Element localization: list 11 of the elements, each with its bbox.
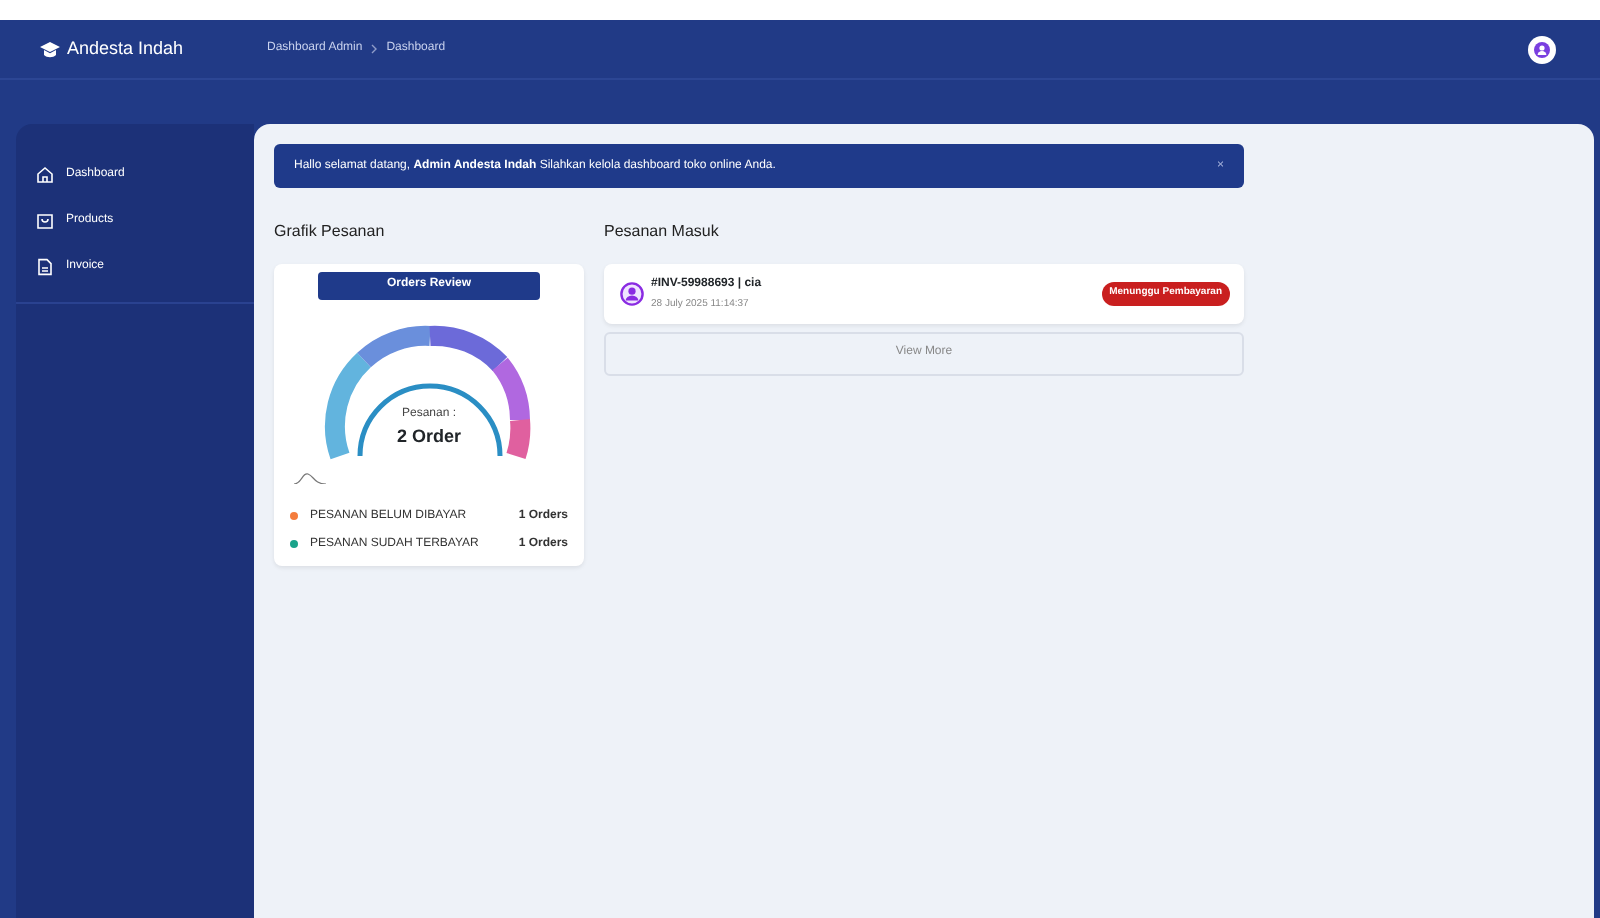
- bag-icon: [36, 212, 54, 230]
- chevron-icon: [370, 44, 379, 54]
- gauge-value: 2 Order: [396, 424, 461, 450]
- section-title: Pesanan Masuk: [604, 220, 721, 244]
- user-icon: [620, 282, 644, 306]
- document-icon: [36, 258, 54, 276]
- brand-name[interactable]: Andesta Indah: [67, 35, 267, 63]
- home-icon: [36, 166, 54, 184]
- section-title: Grafik Pesanan: [274, 220, 387, 244]
- graduation-cap-icon: [40, 41, 60, 57]
- user-avatar[interactable]: [1528, 35, 1556, 63]
